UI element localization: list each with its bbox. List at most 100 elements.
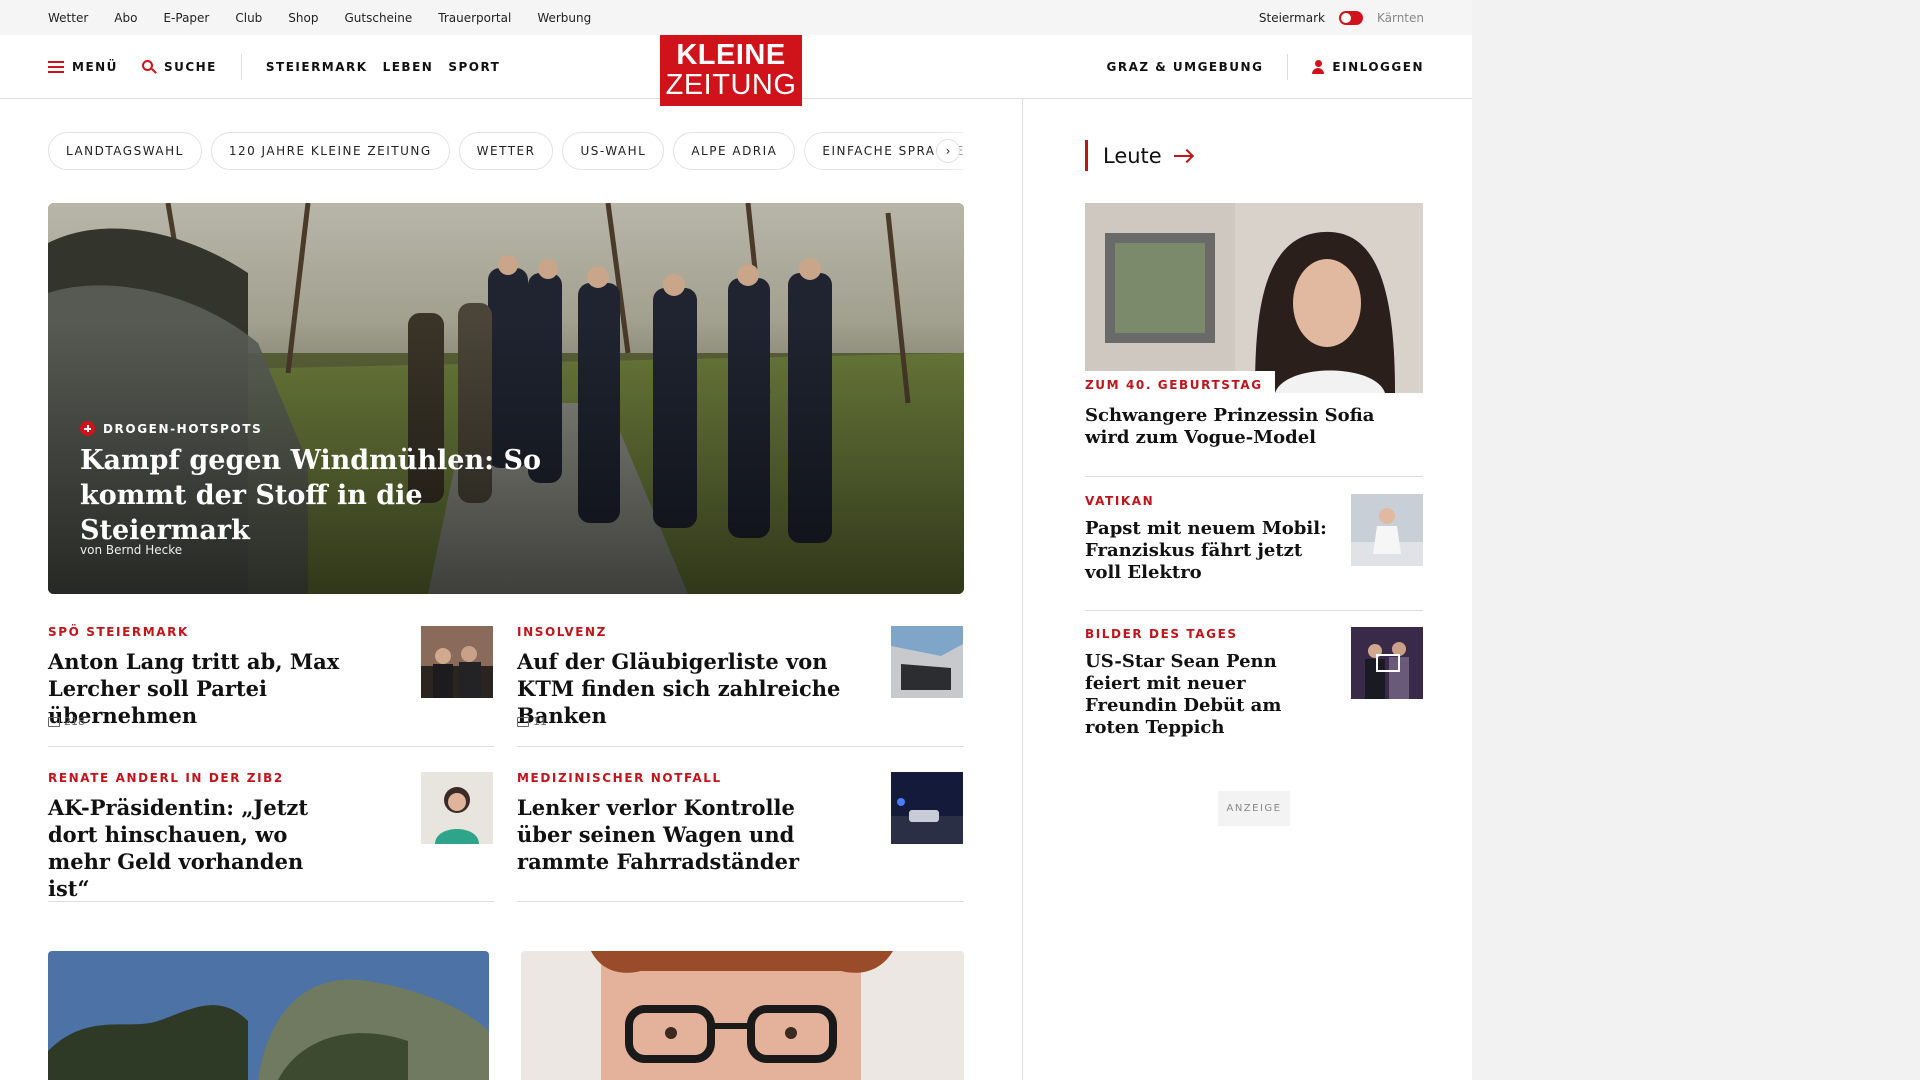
leute-main-photo: [1085, 203, 1423, 393]
bottom-article-image-portrait[interactable]: [521, 951, 964, 1080]
util-link-trauerportal[interactable]: Trauerportal: [438, 11, 511, 25]
leute-main-image[interactable]: [1085, 203, 1423, 393]
divider: [517, 901, 964, 902]
teaser-insolvenz[interactable]: INSOLVENZ Auf der Gläubigerliste von KTM…: [517, 625, 867, 729]
header-divider: [240, 54, 242, 80]
bottom-article-image-trees[interactable]: [48, 951, 489, 1080]
menu-button[interactable]: MENÜ: [48, 60, 118, 74]
user-icon: [1312, 60, 1325, 74]
comment-count: 218: [64, 715, 85, 728]
nav-graz-umgebung[interactable]: GRAZ & UMGEBUNG: [1107, 60, 1264, 74]
leute-main-kicker: ZUM 40. GEBURTSTAG: [1085, 371, 1275, 396]
divider: [1085, 476, 1423, 477]
teaser-thumb-image: [421, 772, 493, 844]
nav-leben[interactable]: LEBEN: [383, 60, 434, 74]
teaser-title[interactable]: Auf der Gläubigerliste von KTM finden si…: [517, 648, 867, 729]
teaser-kicker: MEDIZINISCHER NOTFALL: [517, 771, 722, 785]
teaser-title[interactable]: Papst mit neuem Mobil: Franziskus fährt …: [1085, 518, 1335, 584]
comment-icon: [517, 716, 529, 727]
tag-120-jahre[interactable]: 120 JAHRE KLEINE ZEITUNG: [210, 132, 450, 170]
teaser-thumb-notfall[interactable]: [891, 772, 963, 844]
teaser-comments-ktm[interactable]: 11: [517, 715, 547, 728]
header-nav-right: GRAZ & UMGEBUNG EINLOGGEN: [1107, 35, 1425, 99]
util-link-shop[interactable]: Shop: [288, 11, 318, 25]
hero-title[interactable]: Kampf gegen Windmühlen: So kommt der Sto…: [80, 443, 600, 548]
hero-kicker-text: DROGEN-HOTSPOTS: [103, 421, 263, 436]
teaser-title[interactable]: US-Star Sean Penn feiert mit neuer Freun…: [1085, 651, 1335, 739]
bottom-image: [521, 951, 964, 1080]
column-separator: [1022, 99, 1023, 1080]
comment-icon: [48, 716, 60, 727]
teaser-title[interactable]: AK-Präsidentin: „Jetzt dort hinschauen, …: [48, 794, 338, 902]
region-steiermark[interactable]: Steiermark: [1259, 11, 1325, 25]
tag-alpe-adria[interactable]: ALPE ADRIA: [673, 132, 796, 170]
tag-landtagswahl[interactable]: LANDTAGSWAHL: [48, 132, 202, 170]
util-link-gutscheine[interactable]: Gutscheine: [344, 11, 412, 25]
tag-us-wahl[interactable]: US-WAHL: [562, 132, 665, 170]
logo-line-2: ZEITUNG: [665, 69, 797, 101]
region-kaernten[interactable]: Kärnten: [1377, 11, 1424, 25]
region-switch: Steiermark Kärnten: [1259, 0, 1424, 35]
teaser-comments-spoe[interactable]: 218: [48, 715, 85, 728]
tag-wetter[interactable]: WETTER: [458, 132, 554, 170]
nav-steiermark[interactable]: STEIERMARK: [266, 60, 368, 74]
teaser-kicker: BILDER DES TAGES: [1085, 627, 1238, 641]
divider: [1085, 610, 1423, 611]
utility-links: Wetter Abo E-Paper Club Shop Gutscheine …: [48, 0, 617, 35]
search-button[interactable]: SUCHE: [141, 60, 217, 74]
teaser-anderl[interactable]: RENATE ANDERL IN DER ZIB2 AK-Präsidentin…: [48, 771, 338, 902]
chevron-right-icon: ›: [945, 144, 951, 158]
plus-icon: [80, 421, 95, 436]
main-header: MENÜ SUCHE STEIERMARK LEBEN SPORT KLEINE…: [0, 35, 1472, 106]
util-link-club[interactable]: Club: [235, 11, 262, 25]
region-toggle[interactable]: [1338, 10, 1363, 25]
teaser-thumb-image: [421, 626, 493, 698]
leute-item-bilder[interactable]: BILDER DES TAGES US-Star Sean Penn feier…: [1085, 627, 1335, 739]
leute-item-vatikan[interactable]: VATIKAN Papst mit neuem Mobil: Franzisku…: [1085, 494, 1335, 584]
section-leute[interactable]: Leute: [1085, 140, 1192, 171]
leute-main-title[interactable]: Schwangere Prinzessin Sofia wird zum Vog…: [1085, 405, 1385, 449]
teaser-thumb-image: [891, 626, 963, 698]
logo-kleine-zeitung[interactable]: KLEINE ZEITUNG: [660, 35, 802, 106]
util-link-wetter[interactable]: Wetter: [48, 11, 88, 25]
search-icon: [141, 60, 157, 74]
teaser-thumb-spoe[interactable]: [421, 626, 493, 698]
nav-sport[interactable]: SPORT: [448, 60, 500, 74]
search-label: SUCHE: [163, 60, 217, 74]
section-title-text: Leute: [1103, 143, 1162, 168]
hero-article[interactable]: DROGEN-HOTSPOTS Kampf gegen Windmühlen: …: [48, 203, 964, 594]
login-button[interactable]: EINLOGGEN: [1312, 60, 1424, 74]
teaser-title[interactable]: Lenker verlor Kontrolle über seinen Wage…: [517, 794, 807, 875]
teaser-thumb-image: [891, 772, 963, 844]
comment-count: 11: [533, 715, 547, 728]
leute-thumb-vatikan[interactable]: [1351, 494, 1423, 566]
header-nav-left: MENÜ SUCHE STEIERMARK LEBEN SPORT: [48, 35, 500, 99]
util-link-werbung[interactable]: Werbung: [537, 11, 591, 25]
hero-byline: von Bernd Hecke: [80, 543, 183, 557]
tags-next-button[interactable]: ›: [936, 139, 960, 163]
page: Wetter Abo E-Paper Club Shop Gutscheine …: [0, 0, 1472, 1080]
utility-bar: Wetter Abo E-Paper Club Shop Gutscheine …: [0, 0, 1472, 35]
teaser-spoe[interactable]: SPÖ STEIERMARK Anton Lang tritt ab, Max …: [48, 625, 398, 729]
teaser-thumb-ktm[interactable]: [891, 626, 963, 698]
teaser-thumb-image: [1351, 627, 1423, 699]
header-divider-right: [1287, 54, 1289, 80]
divider: [48, 746, 494, 747]
teaser-notfall[interactable]: MEDIZINISCHER NOTFALL Lenker verlor Kont…: [517, 771, 807, 875]
leute-thumb-bilder[interactable]: [1351, 627, 1423, 699]
teaser-thumb-anderl[interactable]: [421, 772, 493, 844]
util-link-epaper[interactable]: E-Paper: [163, 11, 209, 25]
menu-label: MENÜ: [72, 60, 118, 74]
arrow-right-icon: [1173, 154, 1192, 157]
util-link-abo[interactable]: Abo: [114, 11, 137, 25]
ad-label: ANZEIGE: [1218, 791, 1290, 826]
teaser-kicker: SPÖ STEIERMARK: [48, 625, 189, 639]
teaser-kicker: VATIKAN: [1085, 494, 1155, 508]
login-label: EINLOGGEN: [1332, 60, 1424, 74]
teaser-kicker: RENATE ANDERL IN DER ZIB2: [48, 771, 284, 785]
divider: [517, 746, 964, 747]
divider: [48, 901, 494, 902]
teaser-kicker: INSOLVENZ: [517, 625, 607, 639]
teaser-title[interactable]: Anton Lang tritt ab, Max Lercher soll Pa…: [48, 648, 398, 729]
bottom-image: [48, 951, 489, 1080]
